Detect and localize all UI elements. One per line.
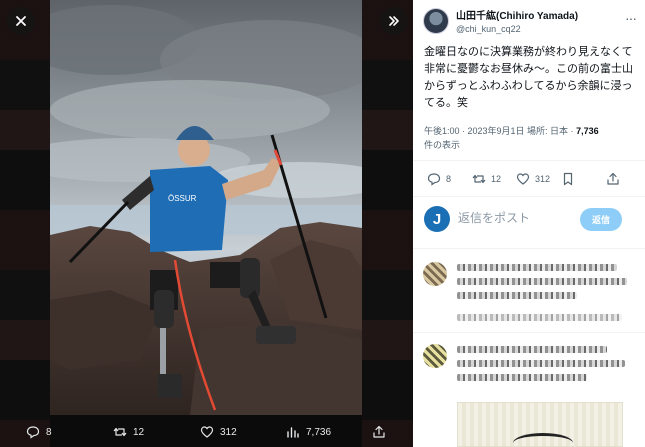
divider (413, 196, 645, 197)
viewer-reply-button[interactable]: 8 (26, 425, 52, 439)
background-strip-right (362, 0, 413, 447)
more-options-button[interactable]: ··· (625, 10, 637, 26)
divider (413, 248, 645, 249)
list-item[interactable] (413, 252, 645, 332)
author-avatar[interactable] (423, 7, 449, 34)
reply-submit-button[interactable]: 返信 (580, 208, 622, 231)
like-button[interactable]: 312 (516, 172, 550, 186)
viewer-retweet-count: 12 (133, 426, 145, 438)
heart-icon (200, 426, 214, 438)
background-strip-left (0, 0, 50, 447)
toggle-panel-button[interactable] (380, 7, 408, 35)
share-icon (373, 425, 385, 438)
bookmark-icon (563, 172, 573, 186)
tweet-timestamp[interactable]: 午後1:00 · 2023年9月1日 場所: 日本 · (424, 126, 576, 136)
reply-button[interactable]: 8 (427, 172, 451, 186)
like-count: 312 (535, 174, 551, 184)
blurred-text (457, 360, 625, 367)
viewer-action-bar: 8 12 312 7,736 (0, 417, 413, 447)
tweet-photo[interactable]: ÖSSUR (50, 0, 362, 415)
media-viewer: ÖSSUR 8 12 312 7,736 (0, 0, 413, 447)
reply-icon (427, 173, 441, 186)
reply-icon (26, 426, 40, 439)
blurred-text (457, 374, 587, 381)
divider (413, 332, 645, 333)
current-user-avatar: J (424, 206, 450, 232)
viewer-share-button[interactable] (372, 425, 386, 439)
blurred-text (457, 346, 607, 353)
bookmark-button[interactable] (561, 172, 575, 186)
close-button[interactable] (7, 7, 35, 35)
blurred-text (457, 314, 622, 321)
viewer-like-count: 312 (220, 426, 237, 438)
more-icon: ··· (625, 10, 637, 26)
divider (413, 160, 645, 161)
author-name[interactable]: 山田千紘(Chihiro Yamada) (456, 7, 578, 22)
viewer-views-count: 7,736 (306, 426, 332, 438)
close-icon (16, 16, 26, 26)
tweet-views-label: 件の表示 (424, 140, 461, 150)
chevrons-right-icon (389, 16, 399, 26)
share-button[interactable] (606, 172, 620, 186)
blurred-text (457, 264, 617, 271)
viewer-views-button[interactable]: 7,736 (286, 425, 331, 439)
viewer-like-button[interactable]: 312 (200, 425, 237, 439)
heart-icon (516, 173, 530, 185)
reply-input[interactable]: 返信をポスト (458, 209, 530, 226)
reply-count: 8 (446, 174, 452, 184)
blurred-text (457, 292, 577, 299)
tweet-views-count: 7,736 (576, 126, 599, 136)
tweet-panel: 山田千紘(Chihiro Yamada) @chi_kun_cq22 ··· 金… (413, 0, 645, 447)
blurred-text (457, 278, 627, 285)
retweet-button[interactable]: 12 (472, 172, 501, 186)
avatar (423, 344, 447, 368)
list-item[interactable] (413, 336, 645, 447)
author-handle[interactable]: @chi_kun_cq22 (456, 24, 578, 34)
tweet-stats-bar: 8 12 312 (413, 166, 645, 194)
viewer-reply-count: 8 (46, 426, 52, 438)
analytics-icon (287, 427, 299, 438)
blurred-image (457, 402, 623, 447)
svg-text:ÖSSUR: ÖSSUR (168, 194, 197, 203)
retweet-icon (472, 174, 486, 184)
tweet-author[interactable]: 山田千紘(Chihiro Yamada) @chi_kun_cq22 (423, 7, 578, 34)
retweet-icon (113, 427, 127, 437)
reply-composer: J 返信をポスト 返信 (413, 200, 645, 240)
tweet-text: 金曜日なのに決算業務が終わり見えなくて非常に憂鬱なお昼休み〜。この前の富士山から… (424, 46, 633, 109)
retweet-count: 12 (491, 174, 502, 184)
avatar (423, 262, 447, 286)
share-icon (607, 172, 619, 185)
viewer-retweet-button[interactable]: 12 (113, 425, 144, 439)
tweet-meta: 午後1:00 · 2023年9月1日 場所: 日本 · 7,736 件の表示 (424, 124, 639, 152)
